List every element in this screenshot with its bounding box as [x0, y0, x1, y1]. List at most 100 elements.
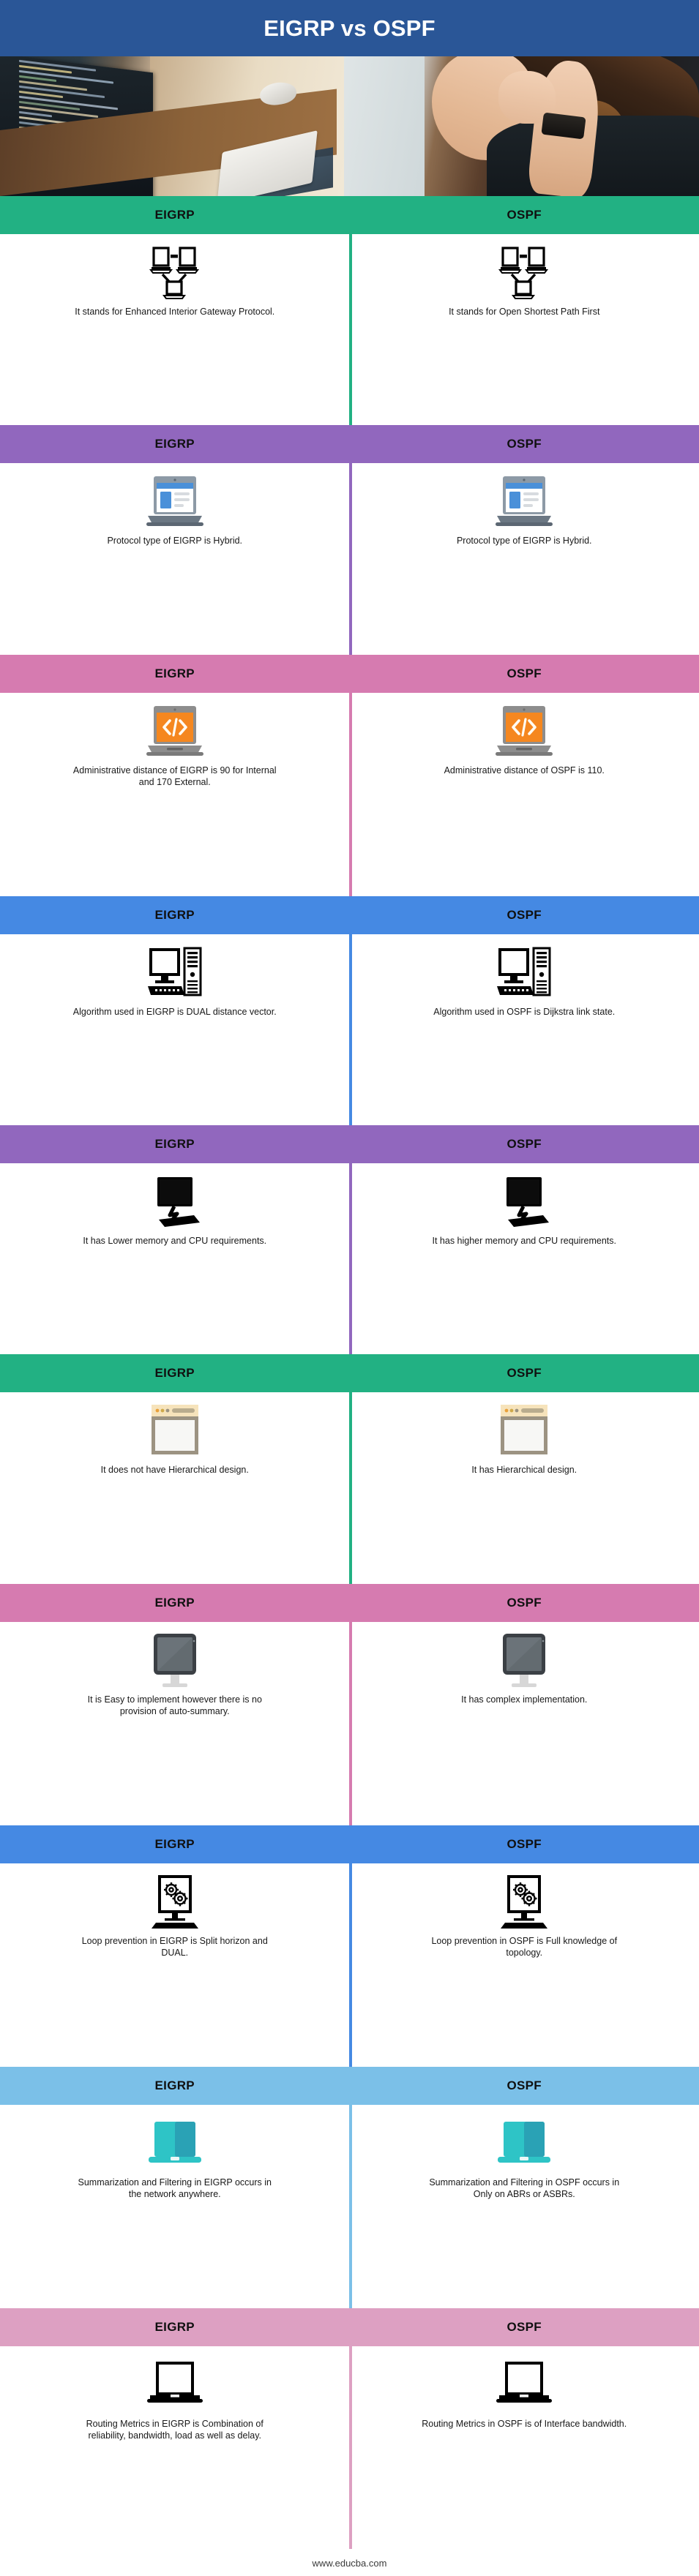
cell-ospf: It has Hierarchical design.	[350, 1402, 699, 1476]
cell-eigrp: It does not have Hierarchical design.	[0, 1402, 350, 1476]
cell-eigrp: Summarization and Filtering in EIGRP occ…	[0, 2114, 350, 2201]
laptop-webpage-icon-right	[496, 473, 553, 530]
caption-ospf: It has complex implementation.	[461, 1694, 588, 1705]
band-label-left-text: EIGRP	[154, 907, 195, 922]
cell-eigrp: Protocol type of EIGRP is Hybrid.	[0, 473, 350, 547]
desktop-tower-icon-right	[496, 944, 553, 1001]
cell-eigrp: Loop prevention in EIGRP is Split horizo…	[0, 1873, 350, 1959]
band-label-left-text: EIGRP	[154, 1137, 195, 1152]
column-divider	[349, 1863, 352, 2067]
footer: www.educba.com	[0, 2557, 699, 2570]
band-label-left-text: EIGRP	[154, 666, 195, 680]
monitor-gears-icon-left	[149, 1873, 201, 1930]
section-band-7: EIGRP OSPF	[0, 1583, 699, 1622]
band-label-left: EIGRP	[0, 208, 350, 222]
section-band-4: EIGRP OSPF	[0, 895, 699, 934]
band-label-left-text: EIGRP	[154, 208, 195, 222]
band-label-right-text: OSPF	[507, 1137, 542, 1152]
band-label-left: EIGRP	[0, 2079, 350, 2093]
monitor-gears-icon	[501, 1874, 548, 1929]
section-band-9: EIGRP OSPF	[0, 2066, 699, 2105]
section-content-3: Administrative distance of EIGRP is 90 f…	[0, 692, 699, 896]
band-label-left: EIGRP	[0, 437, 350, 451]
caption-eigrp: Routing Metrics in EIGRP is Combination …	[86, 2418, 263, 2441]
section-content-5: It has Lower memory and CPU requirements…	[0, 1163, 699, 1355]
laptop-code-icon-left	[146, 702, 203, 759]
band-label-right-text: OSPF	[507, 2319, 542, 2334]
band-label-left-text: EIGRP	[154, 2319, 195, 2334]
band-label-left-text: EIGRP	[154, 1366, 195, 1381]
laptop-webpage-icon	[496, 476, 553, 527]
browser-window-icon	[151, 1405, 198, 1455]
caption-eigrp: It has Lower memory and CPU requirements…	[83, 1236, 267, 1247]
column-divider	[349, 1392, 352, 1584]
caption-eigrp: It stands for Enhanced Interior Gateway …	[75, 307, 275, 317]
monitor-gears-icon-right	[498, 1873, 550, 1930]
cell-eigrp: It stands for Enhanced Interior Gateway …	[0, 244, 350, 318]
column-divider	[349, 1163, 352, 1355]
cell-ospf: Routing Metrics in OSPF is of Interface …	[350, 2356, 699, 2442]
section-band-6: EIGRP OSPF	[0, 1354, 699, 1393]
caption-eigrp: It does not have Hierarchical design.	[100, 1465, 249, 1476]
column-divider	[349, 234, 352, 426]
laptop-outline-icon	[496, 2361, 553, 2403]
laptop-code-icon	[496, 705, 553, 756]
hero-person	[362, 56, 699, 196]
browser-window-icon-left	[150, 1402, 200, 1459]
section-band-2: EIGRP OSPF	[0, 425, 699, 464]
cell-ospf: It stands for Open Shortest Path First	[350, 244, 699, 318]
teal-laptop-icon	[148, 2121, 201, 2163]
monitor-gears-icon	[151, 1874, 198, 1929]
band-label-right-text: OSPF	[507, 2078, 542, 2092]
caption-ospf: It has higher memory and CPU requirement…	[432, 1236, 617, 1247]
cell-eigrp: Routing Metrics in EIGRP is Combination …	[0, 2356, 350, 2442]
band-label-left: EIGRP	[0, 1837, 350, 1852]
caption-ospf: Administrative distance of OSPF is 110.	[444, 765, 605, 776]
column-divider	[349, 463, 352, 655]
section-band-10: EIGRP OSPF	[0, 2307, 699, 2346]
laptop-outline-icon-right	[495, 2356, 553, 2413]
section-content-1: It stands for Enhanced Interior Gateway …	[0, 234, 699, 426]
desktop-tower-icon	[147, 947, 202, 996]
band-label-right: OSPF	[350, 1137, 699, 1152]
band-label-right: OSPF	[350, 208, 699, 222]
caption-eigrp: Loop prevention in EIGRP is Split horizo…	[81, 1935, 268, 1959]
band-label-right-text: OSPF	[507, 1595, 542, 1610]
band-label-right: OSPF	[350, 1366, 699, 1381]
band-label-right-text: OSPF	[507, 1836, 542, 1851]
desktop-tower-icon-left	[146, 944, 203, 1001]
laptop-outline-icon	[146, 2361, 203, 2403]
column-divider	[349, 2104, 352, 2308]
caption-eigrp: Protocol type of EIGRP is Hybrid.	[107, 536, 243, 547]
band-label-right-text: OSPF	[507, 907, 542, 922]
band-label-right: OSPF	[350, 1837, 699, 1852]
band-label-left-text: EIGRP	[154, 1595, 195, 1610]
cell-ospf: Administrative distance of OSPF is 110.	[350, 702, 699, 789]
network-topology-icon-right	[498, 244, 550, 301]
band-label-right: OSPF	[350, 437, 699, 451]
teal-laptop-icon-right	[496, 2114, 553, 2171]
caption-ospf: It stands for Open Shortest Path First	[449, 307, 600, 317]
caption-ospf: Loop prevention in OSPF is Full knowledg…	[431, 1935, 618, 1959]
caption-eigrp: Summarization and Filtering in EIGRP occ…	[78, 2177, 272, 2200]
page-title: EIGRP vs OSPF	[263, 15, 436, 41]
comparison-sections: EIGRP OSPF It stands for Enhanced Interio…	[0, 196, 699, 2550]
hero-photo	[0, 56, 699, 196]
laptop-code-icon-right	[496, 702, 553, 759]
caption-ospf: Summarization and Filtering in OSPF occu…	[429, 2177, 620, 2200]
column-divider	[349, 934, 352, 1126]
section-content-10: Routing Metrics in EIGRP is Combination …	[0, 2346, 699, 2550]
band-label-left-text: EIGRP	[154, 1836, 195, 1851]
band-label-right-text: OSPF	[507, 208, 542, 222]
section-band-5: EIGRP OSPF	[0, 1125, 699, 1164]
section-content-2: Protocol type of EIGRP is Hybrid. Protoc…	[0, 463, 699, 655]
infographic-page: EIGRP vs OSPF EIGRP OSPF It stands for E…	[0, 0, 699, 2576]
monitor-keyboard-icon	[507, 1177, 550, 1228]
band-label-left: EIGRP	[0, 2320, 350, 2335]
band-label-left-text: EIGRP	[154, 2078, 195, 2092]
cell-ospf: Algorithm used in OSPF is Dijkstra link …	[350, 944, 699, 1018]
band-label-left: EIGRP	[0, 666, 350, 681]
network-topology-icon-left	[149, 244, 201, 301]
band-label-left: EIGRP	[0, 1137, 350, 1152]
band-label-left-text: EIGRP	[154, 437, 195, 451]
